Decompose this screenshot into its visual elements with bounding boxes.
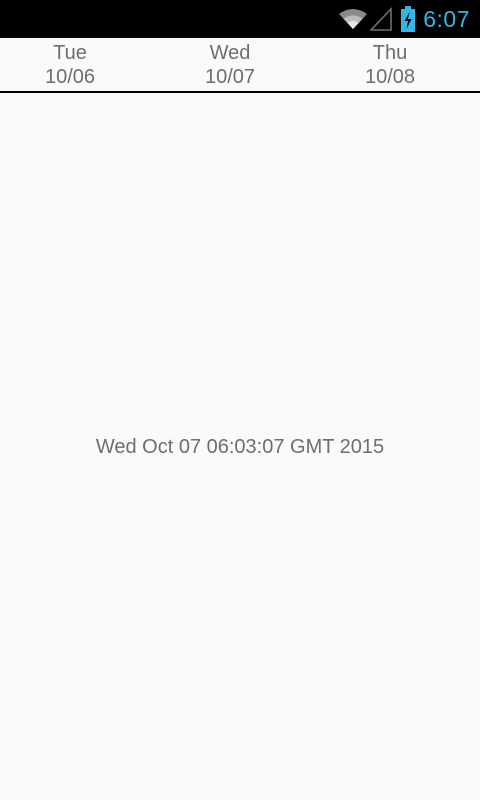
day-tab-thu[interactable]: Thu 10/08 bbox=[310, 41, 470, 89]
content-area: Wed Oct 07 06:03:07 GMT 2015 bbox=[0, 93, 480, 800]
day-tab-strip: Tue 10/06 Wed 10/07 Thu 10/08 bbox=[0, 38, 480, 93]
day-tab-tue[interactable]: Tue 10/06 bbox=[0, 41, 150, 89]
day-tab-wed[interactable]: Wed 10/07 bbox=[150, 41, 310, 89]
day-tab-name: Wed bbox=[209, 42, 251, 64]
selected-date-text: Wed Oct 07 06:03:07 GMT 2015 bbox=[95, 436, 385, 458]
day-tab-date: 10/06 bbox=[44, 66, 96, 88]
status-icons: 6:07 bbox=[338, 0, 470, 38]
status-clock: 6:07 bbox=[423, 5, 470, 32]
wifi-icon bbox=[339, 9, 368, 29]
signal-icon bbox=[370, 7, 393, 31]
day-tab-date: 10/08 bbox=[364, 66, 416, 88]
day-tab-date: 10/07 bbox=[204, 66, 256, 88]
battery-charging-icon bbox=[401, 6, 416, 32]
day-tab-name: Tue bbox=[53, 42, 87, 64]
day-tab-name: Thu bbox=[372, 42, 408, 64]
status-bar: 6:07 bbox=[0, 0, 480, 38]
